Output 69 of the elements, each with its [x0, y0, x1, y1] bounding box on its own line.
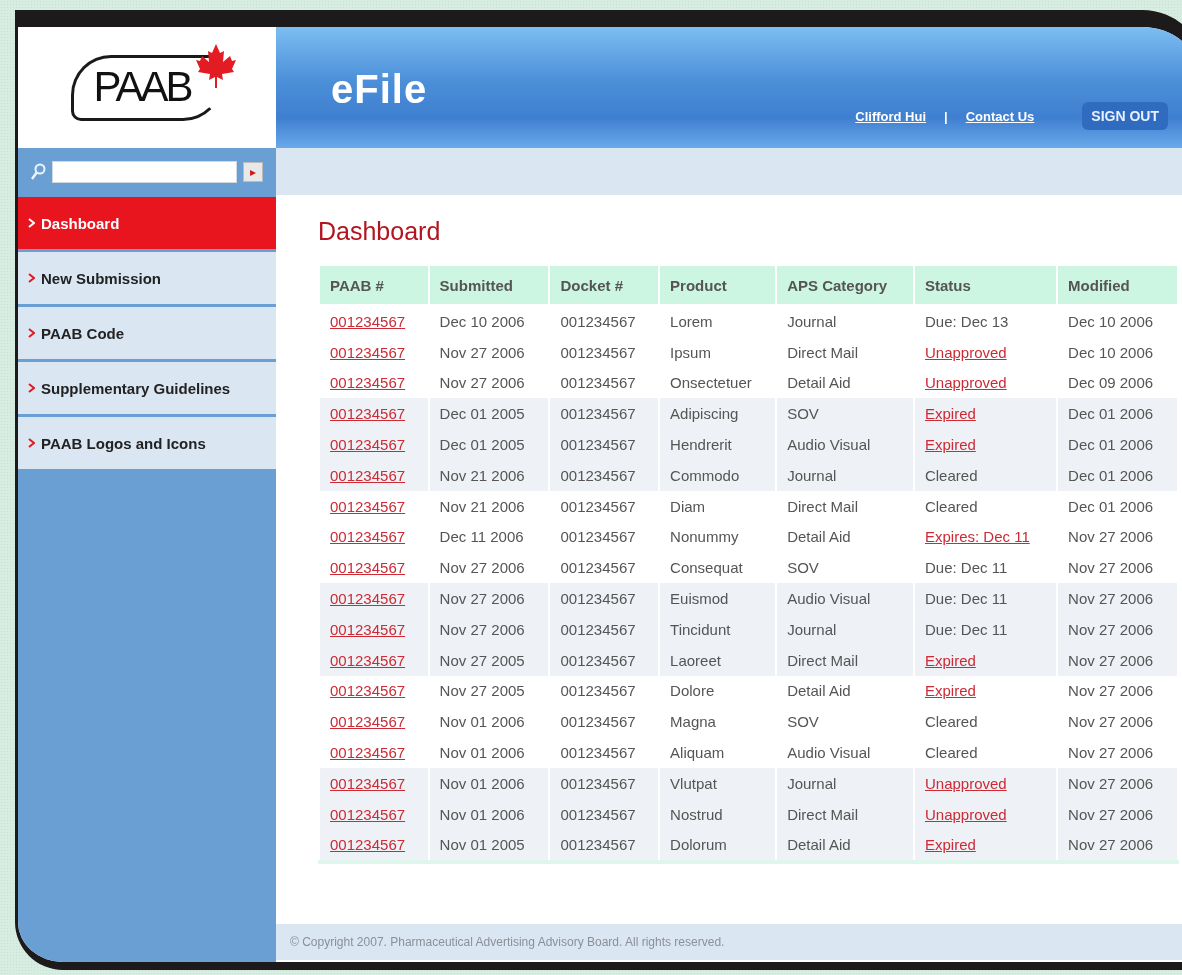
search-icon [30, 162, 46, 181]
paab-number-link[interactable]: 001234567 [330, 805, 406, 823]
chevron-icon [28, 438, 35, 448]
paab-number-link[interactable]: 001234567 [330, 312, 406, 330]
chevron-icon [28, 218, 35, 228]
paab-number-link[interactable]: 001234567 [330, 497, 406, 515]
sign-out-button[interactable]: SIGN OUT [1082, 102, 1168, 130]
status-link[interactable]: Expired [924, 436, 976, 454]
chevron-icon [28, 328, 35, 338]
footer-copyright: © Copyright 2007. Pharmaceutical Advertising Advisory Board. All rights reserved. [276, 924, 1182, 960]
table-cell: Nov 01 2005 [428, 829, 550, 863]
table-cell: Detail Aid [776, 829, 914, 863]
status-text: Due: Dec 11 [924, 590, 1008, 608]
chevron-icon [28, 383, 35, 393]
page-title: Dashboard [318, 217, 442, 246]
status-link[interactable]: Expired [924, 836, 976, 854]
status-text: Due: Dec 13 [924, 312, 1009, 330]
status-text: Cleared [924, 744, 978, 762]
sidebar-item[interactable]: Supplementary Guidelines [18, 362, 276, 414]
contact-link[interactable]: Contact Us [965, 108, 1035, 124]
status-link[interactable]: Unapproved [924, 774, 1007, 792]
column-header: Status [913, 266, 1058, 305]
paab-number-link[interactable]: 001234567 [330, 836, 406, 854]
column-header: Modified [1057, 266, 1178, 305]
sidebar-item[interactable]: PAAB Logos and Icons [18, 417, 276, 469]
status-link[interactable]: Expired [924, 405, 976, 423]
column-header: Product [659, 266, 777, 305]
link-separator: | [944, 108, 948, 124]
search-field[interactable] [52, 160, 237, 183]
sidebar-item[interactable]: New Submission [18, 252, 276, 304]
paab-number-link[interactable]: 001234567 [330, 590, 406, 608]
user-link[interactable]: Clifford Hui [855, 108, 927, 124]
status-link[interactable]: Expires: Dec 11 [924, 528, 1030, 546]
status-link[interactable]: Unapproved [924, 343, 1007, 361]
status-text: Cleared [924, 497, 978, 515]
paab-number-link[interactable]: 001234567 [330, 682, 406, 700]
status-link[interactable]: Expired [924, 651, 976, 669]
paab-number-link[interactable]: 001234567 [330, 651, 406, 669]
paab-number-link[interactable]: 001234567 [330, 528, 406, 546]
paab-number-link[interactable]: 001234567 [330, 436, 406, 454]
paab-number-link[interactable]: 001234567 [330, 343, 406, 361]
paab-number-link[interactable]: 001234567 [330, 559, 406, 577]
paab-number-link[interactable]: 001234567 [330, 774, 406, 792]
status-text: Due: Dec 11 [924, 620, 1008, 638]
maple-leaf-icon [196, 43, 237, 88]
paab-number-link[interactable]: 001234567 [330, 620, 406, 638]
paab-number-link[interactable]: 001234567 [330, 744, 406, 762]
column-header: Docket # [549, 266, 660, 305]
sidebar-item[interactable]: Dashboard [18, 197, 276, 249]
search-go-button[interactable]: ▸ [243, 161, 263, 182]
paab-number-link[interactable]: 001234567 [330, 374, 406, 392]
status-text: Cleared [924, 713, 978, 731]
column-header: APS Category [776, 266, 914, 305]
table-cell: Nov 27 2006 [1057, 829, 1178, 863]
status-link[interactable]: Expired [924, 682, 976, 700]
status-link[interactable]: Unapproved [924, 374, 1007, 392]
column-header: Submitted [428, 266, 550, 305]
table-cell: 001234567 [549, 829, 660, 863]
column-header: PAAB # [319, 266, 429, 305]
status-text: Cleared [924, 466, 978, 484]
paab-number-link[interactable]: 001234567 [330, 713, 406, 731]
sidebar-item[interactable]: PAAB Code [18, 307, 276, 359]
paab-number-link[interactable]: 001234567 [330, 466, 406, 484]
table-cell: Dolorum [659, 829, 777, 863]
paab-number-link[interactable]: 001234567 [330, 405, 406, 423]
status-link[interactable]: Unapproved [924, 805, 1007, 823]
chevron-icon [28, 273, 35, 283]
status-text: Due: Dec 11 [924, 559, 1008, 577]
app-title: eFile [331, 67, 428, 112]
